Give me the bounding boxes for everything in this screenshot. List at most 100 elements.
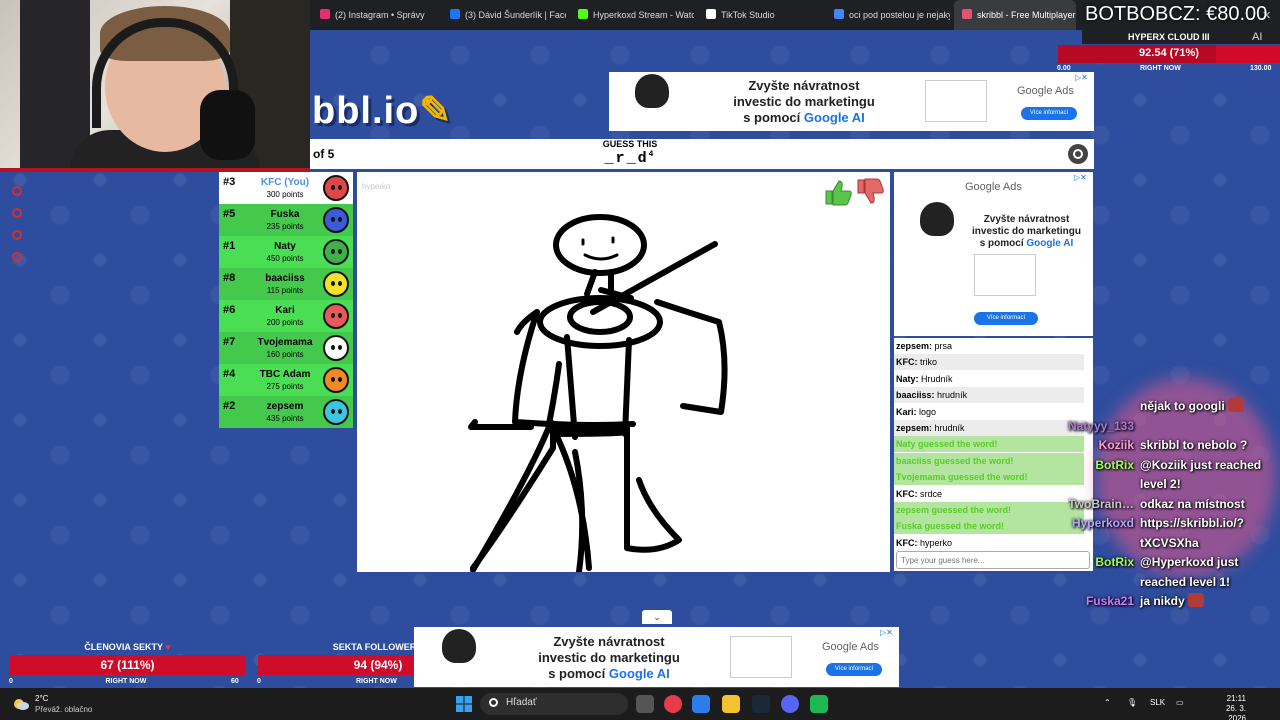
player-row[interactable]: #5 Fuska 235 points	[219, 204, 353, 236]
player-avatar-icon	[323, 399, 349, 425]
chat-message: zepsem: prsa	[894, 338, 1084, 354]
google-ads-brand: Google Ads	[1017, 85, 1074, 97]
adchoices-icon[interactable]: ▷✕	[1075, 73, 1089, 83]
app-icon[interactable]	[810, 695, 828, 713]
drawing-canvas[interactable]: hyperko	[357, 172, 890, 572]
chat-text: logo	[919, 406, 937, 417]
ad-more-info-button[interactable]: Více informací	[1021, 107, 1077, 120]
browser-tab[interactable]: (3) Dávid Šunderlík | Face…	[442, 0, 566, 30]
player-avatar-icon	[323, 303, 349, 329]
side-ad-line-1: Zvyšte návratnost	[983, 214, 1070, 225]
overlay-chat-text: nějak to googli	[1140, 399, 1225, 413]
task-view-icon[interactable]	[636, 695, 654, 713]
thumbs-down-icon[interactable]	[855, 178, 885, 206]
file-explorer-icon[interactable]	[722, 695, 740, 713]
overlay-chat-user: Hyperkoxd	[1071, 516, 1134, 530]
microphone-tray-icon[interactable]: 🎙	[1127, 698, 1137, 707]
player-row[interactable]: #8 baaciiss 115 points	[219, 268, 353, 300]
browser-tab[interactable]: skribbl - Free Multiplayer	[954, 0, 1076, 30]
chat-user: zepsem:	[896, 423, 933, 433]
settings-gear-icon[interactable]	[1064, 141, 1092, 167]
overlay-chat-message: @Koziik just reached	[1140, 456, 1261, 474]
chat-text: srdce	[920, 488, 943, 499]
chevron-down-icon[interactable]: ⌄	[642, 610, 672, 624]
side-ad-banner[interactable]: Google Ads Zvyšte návratnost investic do…	[894, 172, 1093, 336]
bottom-ad-more-info-button[interactable]: Více informací	[826, 663, 882, 676]
system-clock[interactable]: 21:11 26. 3. 2026	[1206, 694, 1246, 720]
player-row[interactable]: #2 zepsem 435 points	[219, 396, 353, 428]
opera-browser-icon[interactable]	[664, 695, 682, 713]
search-placeholder: Hľadať	[506, 697, 537, 708]
emote-icon	[1228, 398, 1245, 412]
ad-headline: Zvyšte návratnost investic do marketingu…	[709, 78, 899, 126]
discord-icon[interactable]	[781, 695, 799, 713]
player-avatar-icon	[323, 335, 349, 361]
overlay-chat-text: level 2!	[1140, 477, 1181, 491]
steam-icon[interactable]	[752, 695, 770, 713]
browser-tab[interactable]: oci pod postelou je nejaky	[826, 0, 950, 30]
goal-value: 67 (111%)	[100, 658, 155, 672]
clock-time: 21:11	[1226, 694, 1246, 703]
bottom-ad-banner[interactable]: Zvyšte návratnost investic do marketingu…	[414, 627, 899, 687]
chat-user: zepsem:	[896, 341, 933, 351]
ad-headline-line-3: s pomocí	[743, 110, 804, 125]
top-ad-banner[interactable]: Zvyšte návratnost investic do marketingu…	[609, 72, 1094, 131]
skribbl-logo[interactable]: bbl.io✎	[312, 88, 452, 133]
chat-text: Fuska guessed the word!	[896, 521, 1005, 532]
weather-description[interactable]: Převáž. oblačno	[35, 705, 92, 714]
goal-min: 0	[257, 678, 261, 685]
browser-tab[interactable]: Hyperkoxd Stream - Watc…	[570, 0, 694, 30]
mail-app-icon[interactable]	[692, 695, 710, 713]
side-ad-google-ai: Google AI	[1026, 238, 1074, 249]
hyperx-goal-value: 92.54 (71%)	[1139, 47, 1199, 59]
overlay-chat-user: BotRix	[1095, 555, 1134, 569]
player-row[interactable]: #7 Tvojemama 160 points	[219, 332, 353, 364]
side-ad-line-3: s pomocí	[979, 238, 1027, 249]
hyperx-goal-sub: RIGHT NOW	[1140, 65, 1181, 72]
side-adchoices-icon[interactable]: ▷✕	[1074, 173, 1088, 183]
bottom-adchoices-icon[interactable]: ▷✕	[880, 628, 894, 638]
goal-title: ČLENOVIA SEKTY ♥	[10, 642, 245, 652]
overlay-chat-message: reached level 1!	[1140, 573, 1230, 591]
chat-message: baaciiss: hrudník	[894, 387, 1084, 404]
overlay-chat-user: Natyyy_133	[1067, 418, 1134, 433]
thumbs-up-icon[interactable]	[823, 178, 853, 206]
taskbar-search[interactable]: Hľadať	[480, 693, 628, 715]
player-row[interactable]: #3 KFC (You) 300 points	[219, 172, 353, 204]
chat-message: KFC: hyperko	[894, 535, 1084, 551]
overlay-chat-message: https://skribbl.io/?	[1140, 514, 1244, 532]
network-icon[interactable]: ▭	[1176, 698, 1184, 707]
goal-min: 0	[9, 678, 13, 685]
side-ad-more-info-button[interactable]: Více informací	[974, 312, 1038, 325]
browser-tab[interactable]: (2) Instagram • Správy	[312, 0, 438, 30]
weather-temperature[interactable]: 2°C	[35, 694, 48, 703]
overlay-chat-user: Koziik	[1098, 438, 1134, 452]
overlay-chat-text: @Hyperkoxd just	[1140, 555, 1239, 569]
stream-side-icon-1	[12, 186, 22, 196]
bottom-ad-google-ai: Google AI	[608, 666, 670, 681]
overlay-chat-text: skribbl to nebolo ?	[1140, 438, 1248, 452]
chat-message: Naty: Hrudník	[894, 371, 1084, 387]
tab-favicon-icon	[320, 9, 330, 19]
ai-label[interactable]: AI	[1252, 31, 1262, 43]
game-header-bar: of 5 GUESS THIS _r_d4	[310, 139, 1094, 169]
tab-favicon-icon	[578, 9, 588, 19]
player-row[interactable]: #6 Kari 200 points	[219, 300, 353, 332]
hyperx-goal-bar: 92.54 (71%)	[1058, 45, 1280, 63]
player-row[interactable]: #1 Naty 450 points	[219, 236, 353, 268]
tray-chevron-up-icon[interactable]: ⌃	[1104, 698, 1111, 707]
tab-label: Hyperkoxd Stream - Watc…	[593, 10, 694, 20]
ad-headline-google-ai: Google AI	[803, 110, 865, 125]
donation-alert: BOTBOBCZ: €80.00	[1085, 3, 1268, 25]
cloud-icon[interactable]	[12, 695, 30, 713]
overlay-chat-message: skribbl to nebolo ?	[1140, 436, 1247, 454]
overlay-chat-text: ja nikdy	[1140, 594, 1185, 608]
overlay-chat-text: @Koziik just reached	[1140, 457, 1262, 472]
windows-start-icon[interactable]	[456, 696, 472, 712]
bottom-ad-chart-thumbnail	[730, 636, 792, 678]
keyboard-language[interactable]: SLK	[1150, 698, 1165, 707]
browser-tab[interactable]: TikTok Studio	[698, 0, 822, 30]
player-avatar-icon	[323, 239, 349, 265]
goal-title-text: SEKTA FOLLOWERO	[332, 642, 424, 652]
player-row[interactable]: #4 TBC Adam 275 points	[219, 364, 353, 396]
